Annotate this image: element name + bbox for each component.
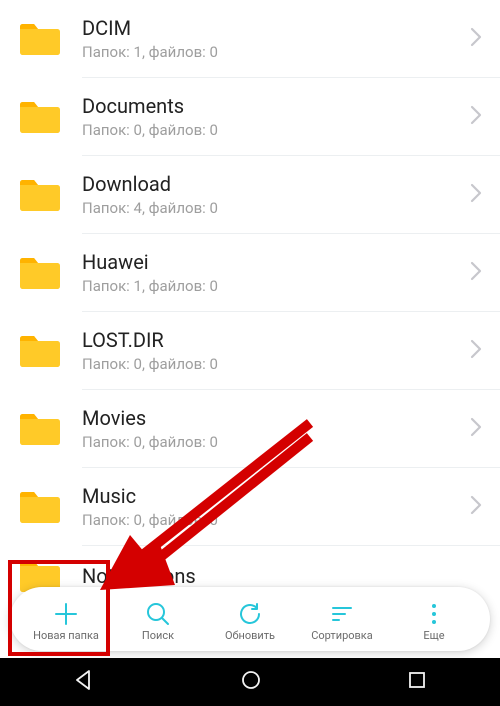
toolbar-label: Поиск [142,630,174,641]
list-item-text: Documents Папок: 0, файлов: 0 [82,94,462,141]
list-item[interactable]: LOST.DIR Папок: 0, файлов: 0 [0,312,500,390]
search-button[interactable]: Поиск [112,600,204,641]
chevron-right-icon [470,183,482,207]
list-item[interactable]: Documents Папок: 0, файлов: 0 [0,78,500,156]
sort-icon [328,600,356,628]
refresh-icon [236,600,264,628]
back-button[interactable] [73,669,95,695]
list-item-text: DCIM Папок: 1, файлов: 0 [82,16,462,63]
list-item-title: Huawei [82,250,462,275]
toolbar-label: Новая папка [33,630,99,641]
folder-icon [18,21,62,57]
chevron-right-icon [470,261,482,285]
folder-icon [18,411,62,447]
home-button[interactable] [240,669,262,695]
toolbar-label: Еще [423,630,444,641]
chevron-right-icon [470,417,482,441]
list-item-title: Download [82,172,462,197]
list-item-sub: Папок: 0, файлов: 0 [82,121,462,141]
list-item-text: Notifications [82,564,482,589]
list-item[interactable]: Music Папок: 0, файлов: 0 [0,468,500,546]
list-item-sub: Папок: 1, файлов: 0 [82,277,462,297]
folder-icon [18,489,62,525]
list-item-text: Music Папок: 0, файлов: 0 [82,484,462,531]
list-item-text: Download Папок: 4, файлов: 0 [82,172,462,219]
toolbar-label: Сортировка [311,630,373,641]
folder-icon [18,255,62,291]
list-item-text: Huawei Папок: 1, файлов: 0 [82,250,462,297]
plus-icon [52,600,80,628]
folder-icon [18,333,62,369]
chevron-right-icon [470,105,482,129]
toolbar-label: Обновить [225,630,275,641]
list-item-title: LOST.DIR [82,328,462,353]
list-item-sub: Папок: 0, файлов: 0 [82,511,462,531]
bottom-toolbar: Новая папка Поиск Обновить Сортировка Ещ… [10,587,490,651]
list-item-title: Movies [82,406,462,431]
chevron-right-icon [470,495,482,519]
list-item[interactable]: Huawei Папок: 1, файлов: 0 [0,234,500,312]
list-item-text: Movies Папок: 0, файлов: 0 [82,406,462,453]
sort-button[interactable]: Сортировка [296,600,388,641]
list-item-title: Documents [82,94,462,119]
new-folder-button[interactable]: Новая папка [20,600,112,641]
list-item-sub: Папок: 0, файлов: 0 [82,355,462,375]
file-list: DCIM Папок: 1, файлов: 0 Documents Папок… [0,0,500,606]
list-item-text: LOST.DIR Папок: 0, файлов: 0 [82,328,462,375]
list-item-title: Notifications [82,564,482,589]
list-item-title: DCIM [82,16,462,41]
refresh-button[interactable]: Обновить [204,600,296,641]
recent-apps-button[interactable] [407,670,427,694]
list-item-sub: Папок: 4, файлов: 0 [82,199,462,219]
list-item-title: Music [82,484,462,509]
list-item-sub: Папок: 1, файлов: 0 [82,43,462,63]
list-item[interactable]: DCIM Папок: 1, файлов: 0 [0,0,500,78]
more-button[interactable]: Еще [388,600,480,641]
list-item-sub: Папок: 0, файлов: 0 [82,433,462,453]
android-navbar [0,658,500,706]
list-item[interactable]: Download Папок: 4, файлов: 0 [0,156,500,234]
search-icon [144,600,172,628]
more-vertical-icon [420,600,448,628]
folder-icon [18,177,62,213]
chevron-right-icon [470,339,482,363]
chevron-right-icon [470,27,482,51]
list-item[interactable]: Movies Папок: 0, файлов: 0 [0,390,500,468]
folder-icon [18,99,62,135]
